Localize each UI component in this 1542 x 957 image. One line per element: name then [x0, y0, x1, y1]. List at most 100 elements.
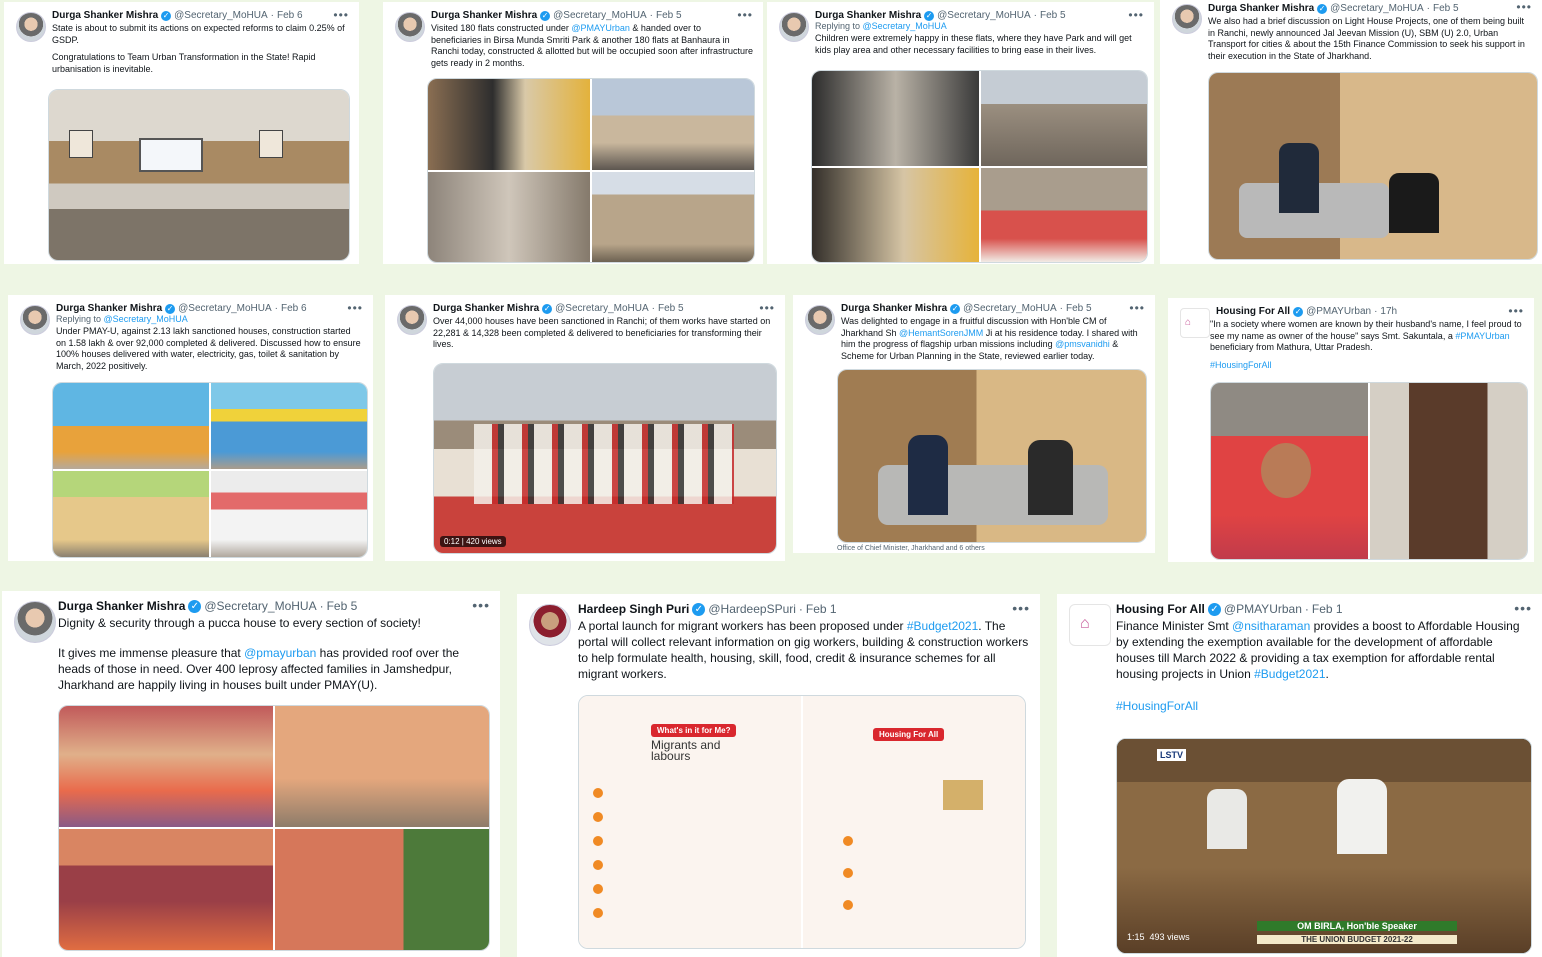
tweet-header: Durga Shanker Mishra ✓ @Secretary_MoHUA · Fe…	[56, 303, 307, 314]
author-handle[interactable]: @Secretary_MoHUA	[555, 303, 649, 314]
avatar[interactable]	[1172, 4, 1202, 34]
reply-to-link[interactable]: @Secretary_MoHUA	[104, 314, 188, 324]
author-handle[interactable]: @Secretary_MoHUA	[553, 10, 647, 21]
mention-link[interactable]: @PMAYUrban	[571, 23, 630, 33]
more-options-icon[interactable]: •••	[1516, 0, 1532, 14]
more-options-icon[interactable]: •••	[759, 301, 775, 315]
hashtag-link[interactable]: #PMAYUrban	[1455, 331, 1509, 341]
dance-photo	[980, 167, 1147, 262]
video-duration: 0:12 | 420 views	[440, 536, 506, 547]
avatar[interactable]: ⌂	[1180, 308, 1210, 338]
tweet-date[interactable]: Feb 5	[658, 303, 684, 314]
tweet-media[interactable]	[1208, 72, 1538, 260]
avatar[interactable]	[529, 604, 571, 646]
tweet-media[interactable]	[58, 705, 490, 951]
author-name[interactable]: Housing For All	[1116, 602, 1205, 616]
tweet-date[interactable]: 17h	[1380, 306, 1397, 317]
hashtag-link[interactable]: #Budget2021	[907, 619, 978, 633]
tweet-media[interactable]: What's in it for Me? Migrants and labour…	[578, 695, 1026, 949]
author-name[interactable]: Durga Shanker Mishra	[431, 10, 537, 21]
tweet-card[interactable]: ⌂ Housing For All ✓ @PMAYUrban · Feb 1 ••• F…	[1057, 594, 1542, 957]
verified-icon: ✓	[542, 303, 553, 314]
tweet-date[interactable]: Feb 1	[1312, 602, 1343, 616]
author-name[interactable]: Housing For All	[1216, 306, 1290, 317]
author-name[interactable]: Durga Shanker Mishra	[1208, 3, 1314, 14]
building-photo	[592, 171, 754, 262]
mention-link[interactable]: @HemantSorenJMM	[899, 328, 983, 338]
avatar[interactable]	[16, 12, 46, 42]
avatar[interactable]	[395, 12, 425, 42]
tweet-card[interactable]: Hardeep Singh Puri ✓ @HardeepSPuri · Feb 1 •…	[517, 594, 1040, 957]
author-handle[interactable]: @Secretary_MoHUA	[963, 303, 1057, 314]
tweet-date[interactable]: Feb 5	[1040, 10, 1066, 21]
tweet-video[interactable]: 0:12 | 420 views	[433, 363, 777, 554]
more-options-icon[interactable]: •••	[1128, 8, 1144, 22]
tweet-card[interactable]: Durga Shanker Mishra ✓ @Secretary_MoHUA · Fe…	[1160, 0, 1542, 264]
tweet-card[interactable]: Durga Shanker Mishra ✓ @Secretary_MoHUA · Fe…	[385, 295, 785, 561]
tweet-card[interactable]: Durga Shanker Mishra ✓ @Secretary_MoHUA · Fe…	[2, 591, 500, 957]
avatar[interactable]: ⌂	[1069, 604, 1111, 646]
author-handle[interactable]: @Secretary_MoHUA	[204, 599, 316, 613]
mention-link[interactable]: @pmayurban	[244, 646, 316, 660]
avatar[interactable]	[20, 305, 50, 335]
more-options-icon[interactable]: •••	[347, 301, 363, 315]
tweet-date[interactable]: Feb 5	[1433, 3, 1459, 14]
tweet-media[interactable]	[811, 70, 1148, 263]
tweet-media[interactable]	[1210, 382, 1528, 560]
author-handle[interactable]: @Secretary_MoHUA	[937, 10, 1031, 21]
author-name[interactable]: Durga Shanker Mishra	[52, 10, 158, 21]
author-handle[interactable]: @PMAYUrban	[1306, 306, 1371, 317]
tweet-card[interactable]: Durga Shanker Mishra ✓ @Secretary_MoHUA · Fe…	[383, 2, 763, 264]
tweet-card[interactable]: ⌂ Housing For All ✓ @PMAYUrban · 17h ••• "In…	[1168, 298, 1534, 562]
author-handle[interactable]: @Secretary_MoHUA	[1330, 3, 1424, 14]
tweet-card[interactable]: Durga Shanker Mishra ✓ @Secretary_MoHUA · Fe…	[8, 295, 373, 561]
mention-link[interactable]: @pmsvanidhi	[1055, 339, 1110, 349]
tweet-date[interactable]: Feb 1	[806, 602, 837, 616]
author-handle[interactable]: @Secretary_MoHUA	[178, 303, 272, 314]
hashtag-link[interactable]: #HousingForAll	[1116, 698, 1532, 714]
tweet-date[interactable]: Feb 6	[281, 303, 307, 314]
avatar[interactable]	[779, 12, 809, 42]
author-name[interactable]: Durga Shanker Mishra	[58, 599, 185, 613]
tweet-date[interactable]: Feb 5	[327, 599, 358, 613]
more-options-icon[interactable]: •••	[1508, 304, 1524, 318]
tweet-media[interactable]	[48, 89, 350, 261]
tweet-date[interactable]: Feb 5	[1066, 303, 1092, 314]
hashtag-link[interactable]: #HousingForAll	[1210, 360, 1524, 372]
house-photo	[53, 471, 209, 557]
more-options-icon[interactable]: •••	[472, 597, 490, 613]
mention-link[interactable]: @nsitharaman	[1232, 619, 1310, 633]
author-name[interactable]: Durga Shanker Mishra	[56, 303, 162, 314]
tweet-media[interactable]	[427, 78, 755, 263]
women-group-photo	[59, 706, 273, 827]
tweet-media[interactable]	[52, 382, 368, 558]
media-caption[interactable]: Office of Chief Minister, Jharkhand and …	[837, 545, 985, 552]
tweet-card[interactable]: Durga Shanker Mishra ✓ @Secretary_MoHUA · Fe…	[793, 295, 1155, 553]
author-handle[interactable]: @PMAYUrban	[1224, 602, 1302, 616]
tweet-date[interactable]: Feb 5	[656, 10, 682, 21]
hashtag-link[interactable]: #Budget2021	[1254, 667, 1325, 681]
more-options-icon[interactable]: •••	[1514, 600, 1532, 616]
author-handle[interactable]: @Secretary_MoHUA	[174, 10, 268, 21]
more-options-icon[interactable]: •••	[737, 8, 753, 22]
tweet-media[interactable]	[837, 369, 1147, 543]
author-name[interactable]: Durga Shanker Mishra	[433, 303, 539, 314]
verified-icon: ✓	[924, 10, 935, 21]
tweet-text: Finance Minister Smt @nsitharaman provid…	[1116, 618, 1532, 714]
more-options-icon[interactable]: •••	[333, 8, 349, 22]
tweet-header: Durga Shanker Mishra ✓ @Secretary_MoHUA · Fe…	[841, 303, 1092, 314]
author-handle[interactable]: @HardeepSPuri	[708, 602, 796, 616]
more-options-icon[interactable]: •••	[1129, 301, 1145, 315]
author-name[interactable]: Hardeep Singh Puri	[578, 602, 689, 616]
more-options-icon[interactable]: •••	[1012, 600, 1030, 616]
avatar[interactable]	[397, 305, 427, 335]
avatar[interactable]	[805, 305, 835, 335]
tweet-date[interactable]: Feb 6	[277, 10, 303, 21]
tweet-video[interactable]: LSTV OM BIRLA, Hon'ble Speaker THE UNION…	[1116, 738, 1532, 954]
tweet-card[interactable]: Durga Shanker Mishra ✓ @Secretary_MoHUA · Fe…	[4, 2, 359, 264]
avatar[interactable]	[14, 601, 56, 643]
author-name[interactable]: Durga Shanker Mishra	[841, 303, 947, 314]
author-name[interactable]: Durga Shanker Mishra	[815, 10, 921, 21]
tweet-card[interactable]: Durga Shanker Mishra ✓ @Secretary_MoHUA · Fe…	[767, 2, 1154, 264]
reply-to-link[interactable]: @Secretary_MoHUA	[863, 21, 947, 31]
